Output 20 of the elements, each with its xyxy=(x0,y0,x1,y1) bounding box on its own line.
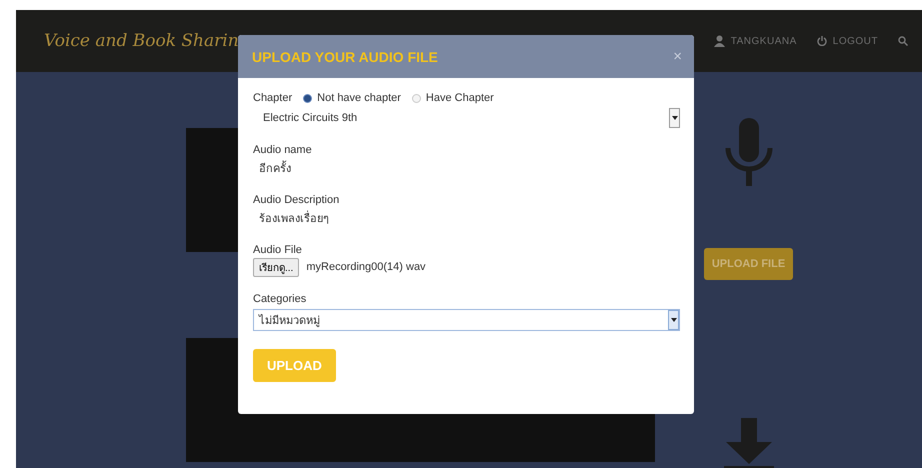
download-arrow-icon xyxy=(724,418,774,468)
site-title[interactable]: Voice and Book Sharin xyxy=(44,31,239,51)
radio-button[interactable] xyxy=(412,94,421,102)
chapter-select[interactable]: Electric Circuits 9th xyxy=(253,108,680,128)
field-label: Audio name xyxy=(253,144,313,156)
field-label: Audio File xyxy=(253,244,303,256)
radio-label[interactable]: Not have chapter xyxy=(317,92,401,104)
field-label: Audio Description xyxy=(253,194,340,206)
power-icon xyxy=(816,36,827,46)
browse-button[interactable]: เรียกดู... xyxy=(253,258,300,277)
radio-button[interactable] xyxy=(303,94,312,102)
user-icon xyxy=(714,35,725,47)
file-name: myRecording00(14) wav xyxy=(306,260,426,272)
field-label: Categories xyxy=(253,293,308,305)
radio-label[interactable]: Have Chapter xyxy=(426,92,494,104)
dialog-title: UPLOAD YOUR AUDIO FILE xyxy=(252,48,438,64)
categories-select[interactable]: ไม่มีหมวดหมู่ xyxy=(253,309,680,331)
search-icon[interactable] xyxy=(898,36,908,46)
microphone-icon xyxy=(724,118,774,188)
field-label: Chapter xyxy=(253,92,292,104)
